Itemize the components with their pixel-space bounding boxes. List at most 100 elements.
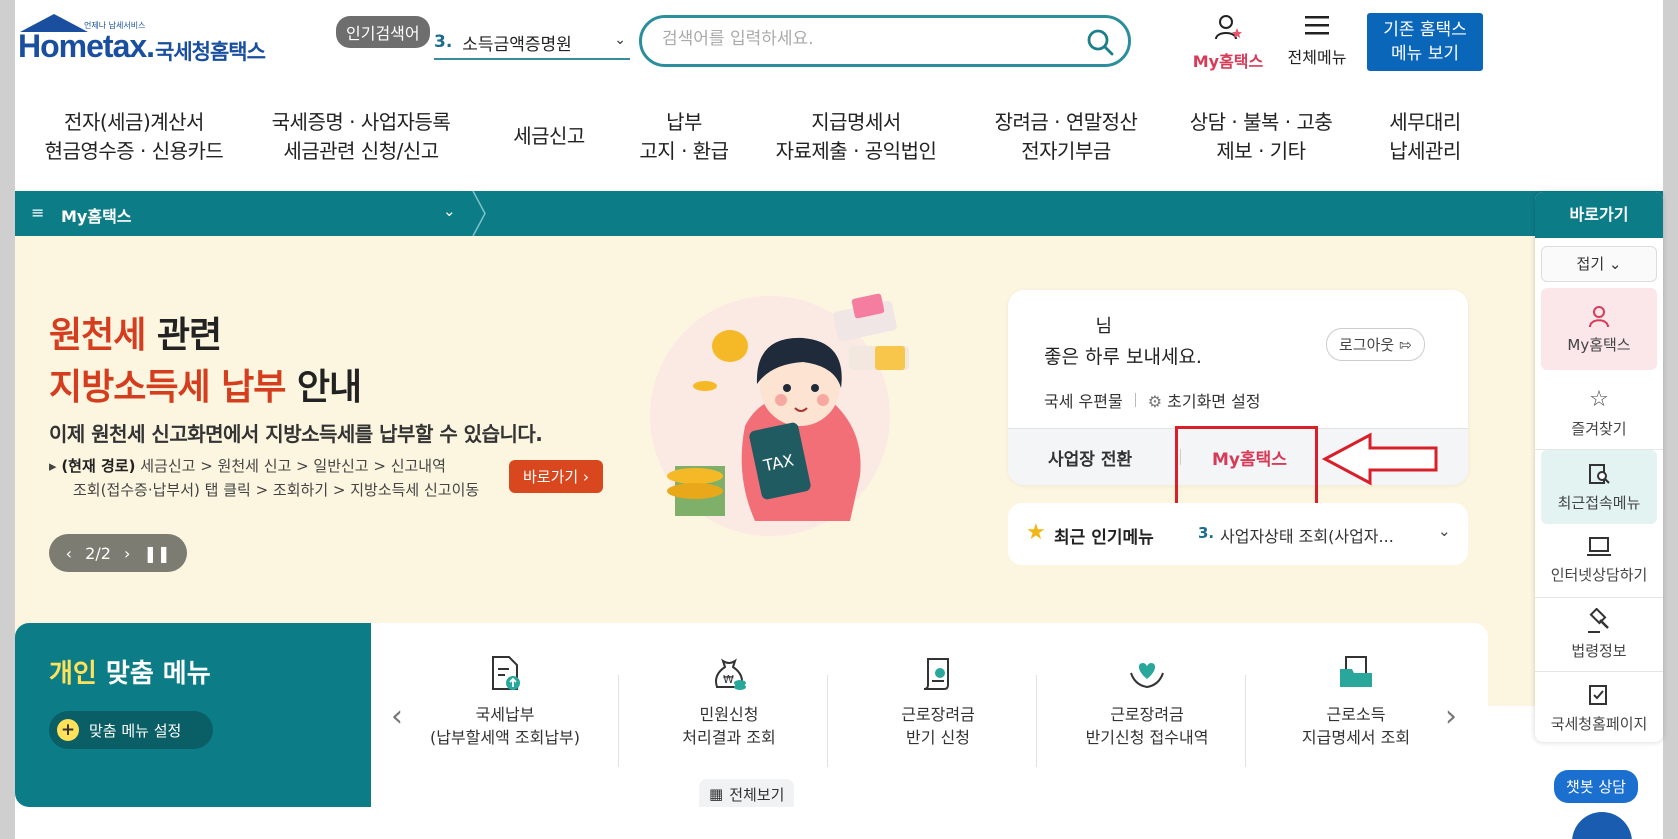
service-line1: 근로장려금 — [901, 705, 975, 724]
service-line2: 지급명세서 조회 — [1301, 728, 1411, 747]
gavel-icon — [1588, 608, 1609, 633]
quick-item-label: 최근접속메뉴 — [1557, 493, 1641, 512]
view-all-label: 전체보기 — [729, 785, 785, 804]
gnb-item-line1: 전자(세금)계산서 — [64, 110, 204, 134]
pager-count: 2/2 — [85, 543, 111, 563]
service-tax-payment[interactable]: 국세납부 (납부할세액 조회납부) — [405, 653, 605, 749]
personal-menu-settings-button[interactable]: + 맞춤 메뉴 설정 — [49, 711, 213, 749]
hero-description: 이제 원천세 신고화면에서 지방소득세를 납부할 수 있습니다. — [49, 422, 543, 446]
chevron-right-icon[interactable]: › — [1445, 699, 1457, 734]
hero-go-button[interactable]: 바로가기 › — [509, 460, 603, 493]
gnb-item-incentive[interactable]: 장려금 · 연말정산 전자기부금 — [981, 108, 1151, 166]
gnb-item-line1: 상담 · 불복 · 고충 — [1189, 110, 1333, 134]
user-icon — [1215, 15, 1242, 40]
gnb-item-consult[interactable]: 상담 · 불복 · 고충 제보 · 기타 — [1181, 108, 1341, 166]
header-all-menu[interactable]: 전체메뉴 — [1279, 14, 1355, 68]
gnb-item-payment[interactable]: 납부 고지 · 환급 — [629, 108, 739, 166]
gnb-item-tax-agent[interactable]: 세무대리 납세관리 — [1375, 108, 1475, 166]
popular-search-term: 소득금액증명원 — [462, 34, 572, 55]
logout-button[interactable]: 로그아웃 ⇰ — [1326, 328, 1425, 361]
quick-law-info[interactable]: 법령정보 — [1535, 598, 1663, 672]
folder-document-icon — [1340, 656, 1372, 687]
view-all-button[interactable]: ▦ 전체보기 — [699, 779, 795, 807]
service-earned-income[interactable]: 근로소득 지급명세서 조회 — [1256, 653, 1456, 749]
service-civil-result[interactable]: ₩ 민원신청 처리결과 조회 — [629, 653, 829, 749]
next-icon[interactable]: › — [124, 544, 130, 563]
plus-icon: + — [57, 719, 79, 741]
gnb-item-einvoice[interactable]: 전자(세금)계산서 현금영수증 · 신용카드 — [39, 108, 229, 166]
hero-go-label: 바로가기 — [523, 468, 579, 486]
switch-business-button[interactable]: 사업장 전환 — [1048, 445, 1132, 470]
gear-icon: ⚙ — [1147, 392, 1163, 411]
highlight-box — [1175, 426, 1318, 506]
search-input[interactable] — [662, 29, 1062, 49]
chevron-down-icon[interactable]: ⌄ — [1438, 522, 1451, 540]
gnb-item-payment-statement[interactable]: 지급명세서 자료제출 · 공익법인 — [771, 108, 941, 166]
scroll-document-icon — [923, 658, 949, 690]
service-line2: 처리결과 조회 — [682, 728, 776, 747]
greeting: 좋은 하루 보내세요. — [1044, 346, 1202, 368]
hometax-logo[interactable]: 언제나 납세서비스 Hometax. 국세청홈택스 — [18, 14, 268, 74]
menu-icon: ≡ — [31, 203, 45, 222]
star-icon: ★ — [1026, 520, 1046, 545]
quick-internet-consult[interactable]: 인터넷상담하기 — [1535, 524, 1663, 598]
personal-menu-header: 개인 맞춤 메뉴 + 맞춤 메뉴 설정 — [15, 623, 371, 807]
quick-favorites[interactable]: ☆ 즐겨찾기 — [1535, 376, 1663, 450]
quick-item-label: 국세청홈페이지 — [1550, 715, 1648, 733]
divider — [1036, 675, 1037, 767]
popular-menu-rank: 3. — [1198, 524, 1215, 542]
service-incentive-history[interactable]: 근로장려금 반기신청 접수내역 — [1047, 653, 1247, 749]
heart-hands-icon — [1130, 663, 1164, 689]
logout-label: 로그아웃 — [1339, 336, 1395, 354]
popular-search-select[interactable]: 3. 소득금액증명원 ⌄ — [434, 26, 630, 60]
tax-mail-link[interactable]: 국세 우편물 — [1044, 388, 1123, 412]
gnb-item-line2: 자료제출 · 공익법인 — [775, 139, 937, 163]
popular-menu-label: 최근 인기메뉴 — [1054, 528, 1154, 548]
service-line1: 민원신청 — [699, 705, 759, 724]
prev-icon[interactable]: ‹ — [66, 544, 72, 563]
gnb-item-tax-report[interactable]: 세금신고 — [499, 122, 599, 151]
gnb-item-line2: 전자기부금 — [1021, 139, 1111, 163]
chevron-down-icon[interactable]: ⌄ — [443, 202, 456, 220]
old-menu-line1: 기존 홈택스 — [1383, 20, 1467, 40]
service-line1: 근로소득 — [1326, 705, 1386, 724]
search-icon[interactable] — [1086, 28, 1114, 56]
divider — [618, 675, 619, 767]
location-title[interactable]: My홈택스 — [61, 203, 132, 227]
main-navigation: 전자(세금)계산서 현금영수증 · 신용카드 국세증명 · 사업자등록 세금관련… — [15, 108, 1663, 168]
quick-nts-homepage[interactable]: 국세청홈페이지 — [1535, 672, 1663, 742]
header-my-hometax[interactable]: My홈택스 — [1188, 14, 1268, 72]
divider — [1245, 675, 1246, 767]
gnb-item-line2: 세금관련 신청/신고 — [283, 139, 439, 163]
settings-label: 초기화면 설정 — [1167, 392, 1261, 411]
chevron-left-icon[interactable]: ‹ — [391, 699, 403, 734]
document-search-icon — [1589, 463, 1610, 484]
quick-item-label: My홈택스 — [1567, 335, 1631, 354]
chatbot-button[interactable]: 챗봇 상담 — [1554, 770, 1638, 803]
personal-menu-settings-label: 맞춤 메뉴 설정 — [89, 721, 182, 740]
hamburger-icon — [1305, 16, 1329, 35]
gnb-item-certificate[interactable]: 국세증명 · 사업자등록 세금관련 신청/신고 — [261, 108, 461, 166]
quick-menu: 바로가기 접기 ⌄ My홈택스 ☆ 즐겨찾기 최근접속메뉴 인터넷상담하기 법령… — [1535, 192, 1663, 742]
service-incentive-apply[interactable]: 근로장려금 반기 신청 — [838, 653, 1038, 749]
old-menu-button[interactable]: 기존 홈택스 메뉴 보기 — [1367, 13, 1483, 71]
popular-menu-text: 사업자상태 조회(사업자... — [1220, 527, 1394, 546]
quick-my-hometax[interactable]: My홈택스 — [1541, 288, 1657, 370]
recent-popular-menu[interactable]: ★ 최근 인기메뉴 3. 사업자상태 조회(사업자... ⌄ — [1008, 503, 1468, 565]
quick-recent-menu[interactable]: 최근접속메뉴 — [1541, 450, 1657, 524]
gnb-item-line1: 납부 — [666, 110, 702, 134]
logo-brand: Hometax. — [18, 28, 155, 64]
hero-path-line1: 세금신고 > 원천세 신고 > 일반신고 > 신고내역 — [135, 457, 446, 475]
gnb-item-line2: 납세관리 — [1389, 139, 1461, 163]
gnb-item-line1: 장려금 · 연말정산 — [994, 110, 1138, 134]
service-line2: 반기 신청 — [906, 728, 970, 747]
personal-menu-title-yellow: 개인 — [49, 659, 97, 689]
pause-icon[interactable]: ❚❚ — [144, 544, 171, 563]
gnb-item-line1: 지급명세서 — [811, 110, 901, 134]
fold-label: 접기 — [1576, 255, 1605, 273]
initial-screen-settings-link[interactable]: ⚙ 초기화면 설정 — [1148, 388, 1261, 412]
quick-menu-fold-button[interactable]: 접기 ⌄ — [1541, 246, 1657, 282]
gnb-item-line1: 국세증명 · 사업자등록 — [271, 110, 451, 134]
hero-title: 원천세 관련 지방소득세 납부 안내 — [49, 310, 362, 414]
service-line1: 근로장려금 — [1110, 705, 1184, 724]
